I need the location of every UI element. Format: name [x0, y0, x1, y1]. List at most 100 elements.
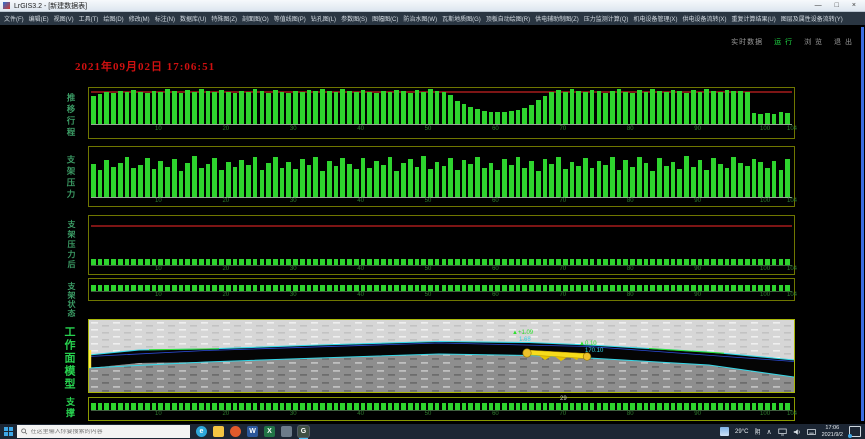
bar: [657, 91, 662, 124]
bar: [570, 162, 575, 197]
taskbar-search[interactable]: [17, 425, 190, 438]
menu-item[interactable]: 视图(V): [54, 14, 74, 23]
menu-item[interactable]: 瓦斯地质图(G): [442, 14, 481, 23]
view-mode-button[interactable]: 浏 览: [804, 37, 823, 47]
bar: [212, 158, 217, 197]
bar: [327, 403, 332, 410]
menu-item[interactable]: 绘图(D): [103, 14, 123, 23]
bar: [388, 92, 393, 124]
tray-temperature[interactable]: 29°C: [735, 429, 748, 435]
menu-item[interactable]: 图幅图(C): [372, 14, 398, 23]
bar: [468, 107, 473, 124]
bar: [280, 92, 285, 124]
menu-item[interactable]: 剖面图(O): [242, 14, 269, 23]
menu-item[interactable]: 数据库(U): [180, 14, 206, 23]
minimize-button[interactable]: —: [815, 1, 822, 11]
x-tick-label: 104: [787, 198, 797, 204]
bar: [179, 403, 184, 410]
x-axis-ticks: 102030405060708090100104: [91, 266, 792, 273]
start-button[interactable]: [0, 424, 17, 439]
bar: [610, 91, 615, 124]
bar: [752, 403, 757, 410]
taskbar-app-excel[interactable]: X: [264, 426, 275, 437]
bar: [644, 92, 649, 124]
menu-item[interactable]: 顶板自动绘图(R): [486, 14, 530, 23]
menu-item[interactable]: 防治水图(W): [403, 14, 437, 23]
bar: [556, 90, 561, 124]
model-annotation: 170.10: [585, 348, 604, 354]
x-tick-label: 80: [627, 266, 634, 272]
bar: [590, 403, 595, 410]
bar: [185, 90, 190, 124]
bar: [448, 95, 453, 124]
menu-item[interactable]: 文件(F): [4, 14, 24, 23]
bar: [664, 166, 669, 197]
bar: [286, 162, 291, 197]
taskbar-clock[interactable]: 17:06 2021/9/2: [822, 425, 843, 438]
notification-center-icon[interactable]: [849, 426, 861, 437]
bar: [253, 157, 258, 197]
bar: [381, 403, 386, 410]
bar: [489, 163, 494, 198]
bar: [273, 403, 278, 410]
taskbar-app-edge[interactable]: e: [196, 426, 207, 437]
view-mode-button[interactable]: 实时数据: [731, 37, 763, 47]
menu-item[interactable]: 参数图(S): [341, 14, 367, 23]
menu-item[interactable]: 编辑(E): [29, 14, 49, 23]
menu-item[interactable]: 图层及属性设备流转(Y): [781, 14, 843, 23]
menu-item[interactable]: 钻孔图(L): [311, 14, 336, 23]
bar: [199, 89, 204, 124]
bar: [657, 158, 662, 197]
bar: [192, 156, 197, 197]
menu-item[interactable]: 压力监测计算(Q): [584, 14, 629, 23]
search-input[interactable]: [31, 429, 186, 435]
bar: [543, 403, 548, 410]
view-mode-button[interactable]: 退 出: [834, 37, 853, 47]
bar: [293, 91, 298, 124]
chart-panel-support: 29 102030405060708090100104: [88, 397, 795, 421]
bar: [253, 89, 258, 124]
menu-item[interactable]: 特殊图(Z): [211, 14, 237, 23]
taskbar-app-app-gray[interactable]: [281, 426, 292, 437]
menu-item[interactable]: 机电设备管理(X): [633, 14, 677, 23]
menu-item[interactable]: 等值线图(P): [274, 14, 306, 23]
tray-expand-icon[interactable]: ∧: [766, 428, 771, 436]
bar: [307, 90, 312, 124]
x-tick-label: 10: [155, 292, 162, 298]
tray-weather-condition[interactable]: 阴: [754, 427, 760, 436]
view-mode-button[interactable]: 运 行: [774, 37, 793, 47]
display-icon[interactable]: [778, 428, 787, 436]
x-tick-label: 104: [787, 411, 797, 417]
menu-item[interactable]: 修改(M): [129, 14, 150, 23]
bar: [779, 170, 784, 197]
menu-item[interactable]: 供电设备流转(X): [682, 14, 726, 23]
taskbar-app-browser[interactable]: [230, 426, 241, 437]
bar: [260, 91, 265, 124]
x-tick-label: 60: [492, 266, 499, 272]
menu-item[interactable]: 工具(T): [79, 14, 99, 23]
taskbar-app-file-explorer[interactable]: [213, 426, 224, 437]
x-tick-label: 104: [787, 266, 797, 272]
speaker-icon[interactable]: [793, 428, 801, 436]
menu-item[interactable]: 供电辅助制图(Z): [535, 14, 579, 23]
maximize-button[interactable]: □: [835, 1, 839, 11]
bar: [327, 91, 332, 124]
menu-item[interactable]: 标注(N): [155, 14, 175, 23]
bar: [475, 109, 480, 124]
bar: [131, 168, 136, 197]
taskbar-app-lgis[interactable]: G: [298, 426, 309, 437]
menu-item[interactable]: 重复计算结果(U): [731, 14, 775, 23]
bar: [313, 403, 318, 410]
bar: [421, 403, 426, 410]
taskbar-app-word[interactable]: W: [247, 426, 258, 437]
bar: [158, 403, 163, 410]
bar: [576, 166, 581, 197]
bar: [475, 157, 480, 197]
ime-keyboard-icon[interactable]: [807, 428, 816, 436]
support-indicator-row: [91, 403, 792, 410]
bar: [779, 112, 784, 124]
close-button[interactable]: ×: [852, 1, 856, 11]
weather-icon[interactable]: [720, 427, 729, 436]
bar: [711, 403, 716, 410]
bar: [361, 90, 366, 124]
